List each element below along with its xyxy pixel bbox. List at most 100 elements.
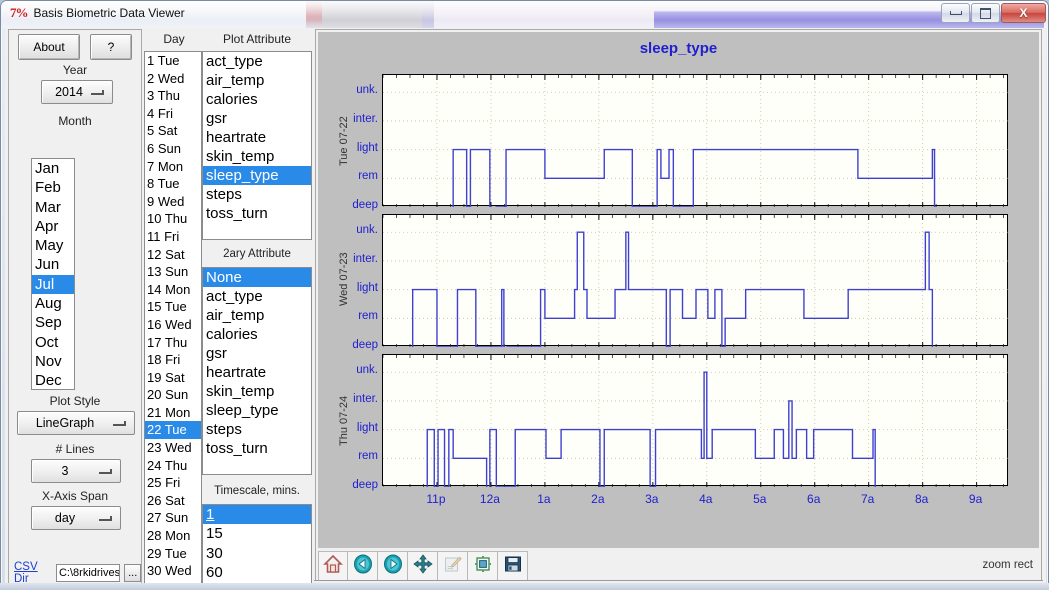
day-item[interactable]: 11 Fri [145, 228, 201, 246]
month-item[interactable]: Mar [32, 198, 74, 217]
day-item[interactable]: 16 Wed [145, 316, 201, 334]
save-floppy-button[interactable] [498, 551, 528, 581]
x-axis-tick-label: 7a [861, 492, 875, 506]
day-item[interactable]: 7 Mon [145, 158, 201, 176]
app-logo-icon: 7% [10, 5, 28, 20]
csv-browse-button[interactable]: ... [124, 564, 141, 582]
plot-attribute-item[interactable]: steps [203, 185, 311, 204]
day-item[interactable]: 27 Sun [145, 509, 201, 527]
secondary-attribute-item[interactable]: toss_turn [203, 439, 311, 458]
plot-attribute-item[interactable]: calories [203, 90, 311, 109]
chart-axes[interactable] [382, 354, 1009, 487]
plot-attribute-item[interactable]: skin_temp [203, 147, 311, 166]
day-item[interactable]: 5 Sat [145, 122, 201, 140]
secondary-attribute-item[interactable]: gsr [203, 344, 311, 363]
timescale-item[interactable]: 15 [203, 524, 311, 543]
day-item[interactable]: 10 Thu [145, 210, 201, 228]
back-arrow-button[interactable] [348, 551, 378, 581]
pan-move-button[interactable] [408, 551, 438, 581]
day-item[interactable]: 29 Tue [145, 545, 201, 563]
csv-dir-input[interactable]: C:\8rkidrives [55, 564, 121, 582]
day-item[interactable]: 2 Wed [145, 70, 201, 88]
y-axis-tick-label: inter. [353, 392, 378, 405]
month-item[interactable]: Dec [32, 371, 74, 389]
day-item[interactable]: 20 Sun [145, 386, 201, 404]
plot-attribute-item[interactable]: heartrate [203, 128, 311, 147]
day-item[interactable]: 14 Mon [145, 281, 201, 299]
home-button[interactable] [318, 551, 348, 581]
x-axis-tick-label: 3a [645, 492, 659, 506]
day-item[interactable]: 12 Sat [145, 246, 201, 264]
day-item[interactable]: 18 Fri [145, 351, 201, 369]
secondary-attribute-item[interactable]: act_type [203, 287, 311, 306]
secondary-attribute-item[interactable]: heartrate [203, 363, 311, 382]
day-item[interactable]: 17 Thu [145, 334, 201, 352]
month-item[interactable]: Oct [32, 333, 74, 352]
y-axis-tick-label: deep [352, 479, 378, 491]
secondary-attribute-item[interactable]: None [203, 268, 311, 287]
month-item[interactable]: Feb [32, 178, 74, 197]
month-item[interactable]: Aug [32, 294, 74, 313]
secondary-attribute-item[interactable]: sleep_type [203, 401, 311, 420]
about-button[interactable]: About [18, 34, 80, 60]
xaxis-span-dropdown[interactable]: day [31, 506, 121, 530]
month-item[interactable]: Jan [32, 159, 74, 178]
secondary-attribute-item[interactable]: skin_temp [203, 382, 311, 401]
day-item[interactable]: 25 Fri [145, 474, 201, 492]
secondary-attribute-item[interactable]: calories [203, 325, 311, 344]
day-item[interactable]: 21 Mon [145, 404, 201, 422]
chart-axes[interactable] [382, 74, 1009, 207]
month-item[interactable]: Apr [32, 217, 74, 236]
forward-arrow-button[interactable] [378, 551, 408, 581]
xaxis-span-label: X-Axis Span [41, 489, 109, 503]
day-item[interactable]: 13 Sun [145, 263, 201, 281]
day-item[interactable]: 19 Sat [145, 369, 201, 387]
timescale-item[interactable]: 1 [203, 505, 311, 525]
timescale-item[interactable]: 30 [203, 544, 311, 563]
secondary-attribute-item[interactable]: steps [203, 420, 311, 439]
minimize-button[interactable] [941, 3, 970, 23]
day-item[interactable]: 24 Thu [145, 457, 201, 475]
plot-attribute-item[interactable]: toss_turn [203, 204, 311, 223]
month-item[interactable]: May [32, 236, 74, 255]
help-button[interactable]: ? [90, 34, 132, 60]
day-item[interactable]: 22 Tue [145, 421, 201, 440]
day-item[interactable]: 23 Wed [145, 439, 201, 457]
day-item[interactable]: 1 Tue [145, 52, 201, 70]
timescale-listbox[interactable]: 11530603601440 [202, 504, 312, 584]
day-item[interactable]: 4 Fri [145, 105, 201, 123]
day-item[interactable]: 6 Sun [145, 140, 201, 158]
maximize-button[interactable] [971, 3, 1000, 23]
day-item[interactable]: 15 Tue [145, 298, 201, 316]
figure-canvas[interactable]: sleep_type Tue 07-22 deep rem light inter. un… [318, 32, 1039, 548]
day-listbox[interactable]: 1 Tue 2 Wed 3 Thu 4 Fri 5 Sat 6 Sun 7 Mon 8 Tue… [144, 51, 202, 586]
zoom-rect-button[interactable] [438, 551, 468, 581]
day-item[interactable]: 30 Wed [145, 562, 201, 580]
day-item[interactable]: 9 Wed [145, 193, 201, 211]
plot-attribute-listbox[interactable]: act_type air_temp calories gsr heartrate skin… [202, 51, 312, 240]
timescale-item[interactable]: 60 [203, 563, 311, 582]
chart-axes[interactable] [382, 214, 1009, 347]
plot-attribute-item[interactable]: act_type [203, 52, 311, 71]
year-dropdown[interactable]: 2014 [41, 80, 113, 104]
month-item[interactable]: Nov [32, 352, 74, 371]
plot-attribute-item[interactable]: sleep_type [203, 166, 311, 185]
month-item[interactable]: Jun [32, 255, 74, 274]
plot-style-dropdown[interactable]: LineGraph [17, 411, 135, 435]
csv-dir-link[interactable]: CSV Dir [14, 561, 52, 585]
day-item[interactable]: 8 Tue [145, 175, 201, 193]
month-listbox[interactable]: Jan Feb Mar Apr May Jun Jul Aug Sep Oct Nov Dec [31, 158, 75, 390]
month-item[interactable]: Sep [32, 313, 74, 332]
day-item[interactable]: 26 Sat [145, 492, 201, 510]
day-item[interactable]: 28 Mon [145, 527, 201, 545]
day-item[interactable]: 3 Thu [145, 87, 201, 105]
num-lines-dropdown[interactable]: 3 [31, 459, 121, 483]
secondary-attribute-item[interactable]: air_temp [203, 306, 311, 325]
month-item[interactable]: Jul [32, 274, 74, 295]
plot-attribute-item[interactable]: air_temp [203, 71, 311, 90]
close-button[interactable]: X [1001, 3, 1046, 23]
subplots-config-button[interactable] [468, 551, 498, 581]
plot-attribute-item[interactable]: gsr [203, 109, 311, 128]
secondary-attribute-listbox[interactable]: None act_type air_temp calories gsr heartrate… [202, 267, 312, 475]
save-floppy-icon [503, 554, 523, 579]
